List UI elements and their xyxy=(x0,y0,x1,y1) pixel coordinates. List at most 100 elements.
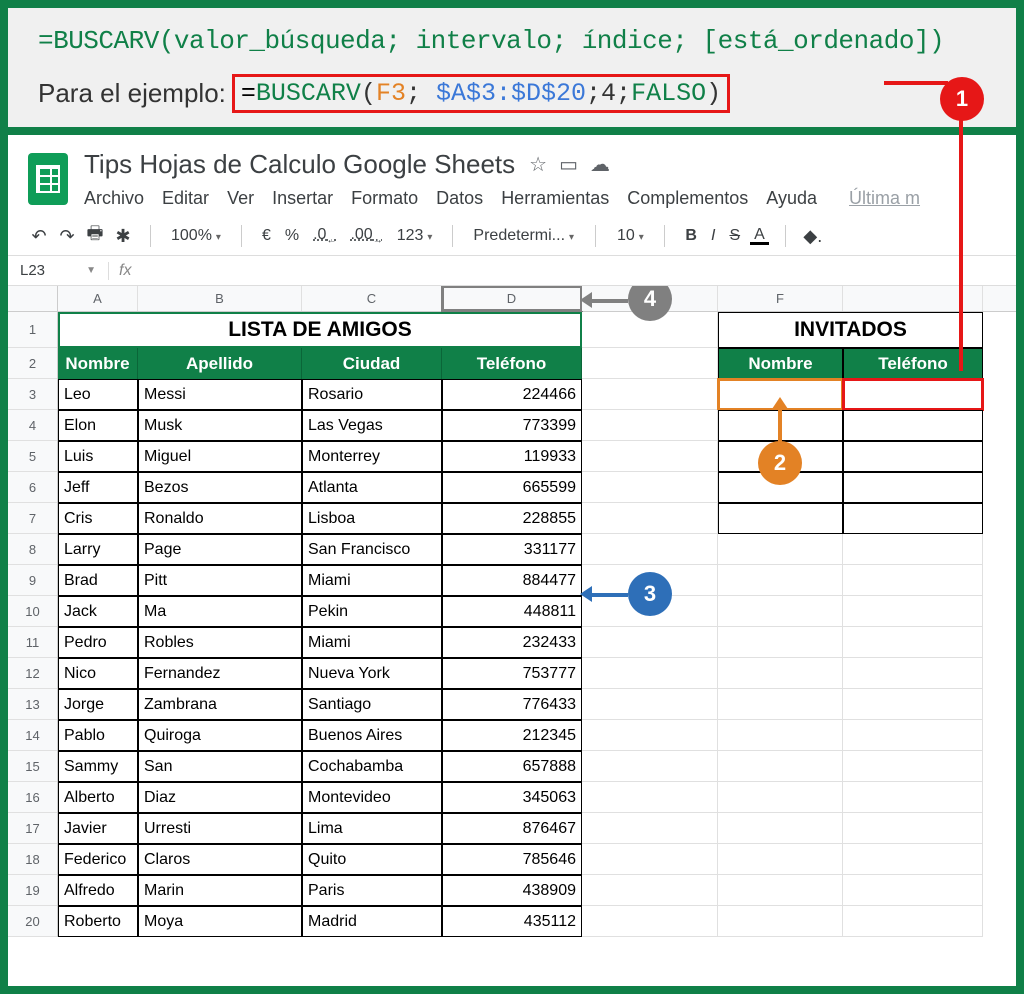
cell[interactable] xyxy=(718,720,843,751)
cell[interactable]: 212345 xyxy=(442,720,582,751)
menu-datos[interactable]: Datos xyxy=(436,188,483,209)
row-header-14[interactable]: 14 xyxy=(8,720,57,751)
cell[interactable] xyxy=(843,875,983,906)
cell[interactable] xyxy=(843,782,983,813)
cell[interactable]: Javier xyxy=(58,813,138,844)
cell[interactable] xyxy=(843,627,983,658)
cell[interactable] xyxy=(582,503,718,534)
cell[interactable]: Page xyxy=(138,534,302,565)
cell[interactable]: Ronaldo xyxy=(138,503,302,534)
row-header-8[interactable]: 8 xyxy=(8,534,57,565)
cell[interactable]: 448811 xyxy=(442,596,582,627)
cell[interactable] xyxy=(718,751,843,782)
cell[interactable]: Pekin xyxy=(302,596,442,627)
cell[interactable] xyxy=(718,658,843,689)
cell[interactable] xyxy=(582,751,718,782)
cell[interactable] xyxy=(843,658,983,689)
row-header-6[interactable]: 6 xyxy=(8,472,57,503)
cell[interactable] xyxy=(718,627,843,658)
cell[interactable] xyxy=(582,441,718,472)
italic-button[interactable]: I xyxy=(707,227,719,245)
cell[interactable] xyxy=(843,379,983,410)
cell[interactable]: 228855 xyxy=(442,503,582,534)
cell[interactable]: Las Vegas xyxy=(302,410,442,441)
cell[interactable]: 876467 xyxy=(442,813,582,844)
cell[interactable]: Nombre xyxy=(718,348,843,379)
cell[interactable] xyxy=(843,906,983,937)
col-header-c[interactable]: C xyxy=(302,286,442,311)
menu-ayuda[interactable]: Ayuda xyxy=(766,188,817,209)
row-header-20[interactable]: 20 xyxy=(8,906,57,937)
cell[interactable]: Luis xyxy=(58,441,138,472)
name-box[interactable]: L23▼ xyxy=(8,262,108,279)
cell[interactable] xyxy=(843,596,983,627)
print-icon[interactable]: 🖶 xyxy=(84,225,106,247)
percent-button[interactable]: % xyxy=(281,227,303,245)
cell[interactable] xyxy=(582,534,718,565)
cell[interactable]: Moya xyxy=(138,906,302,937)
cell[interactable]: Jack xyxy=(58,596,138,627)
row-header-11[interactable]: 11 xyxy=(8,627,57,658)
menu-ver[interactable]: Ver xyxy=(227,188,254,209)
cell[interactable]: Buenos Aires xyxy=(302,720,442,751)
cell[interactable]: Claros xyxy=(138,844,302,875)
cell[interactable] xyxy=(582,410,718,441)
currency-button[interactable]: € xyxy=(258,227,275,245)
cell[interactable]: Apellido xyxy=(138,348,302,379)
cell[interactable]: Federico xyxy=(58,844,138,875)
cell[interactable]: Miami xyxy=(302,627,442,658)
zoom-level[interactable]: 100% xyxy=(167,227,225,245)
cell[interactable]: Urresti xyxy=(138,813,302,844)
cell[interactable]: 785646 xyxy=(442,844,582,875)
cell[interactable]: San xyxy=(138,751,302,782)
cell[interactable] xyxy=(582,627,718,658)
cell[interactable] xyxy=(843,503,983,534)
cell[interactable] xyxy=(582,379,718,410)
cell[interactable]: Teléfono xyxy=(442,348,582,379)
text-color-button[interactable]: A xyxy=(750,228,769,245)
doc-title[interactable]: Tips Hojas de Calculo Google Sheets xyxy=(84,149,515,180)
cell[interactable]: Santiago xyxy=(302,689,442,720)
cell[interactable]: Atlanta xyxy=(302,472,442,503)
row-header-9[interactable]: 9 xyxy=(8,565,57,596)
cell[interactable]: Larry xyxy=(58,534,138,565)
cell[interactable] xyxy=(843,565,983,596)
cell[interactable]: Monterrey xyxy=(302,441,442,472)
row-header-16[interactable]: 16 xyxy=(8,782,57,813)
cell[interactable]: 232433 xyxy=(442,627,582,658)
col-header-d[interactable]: D xyxy=(442,286,582,311)
cell[interactable]: Fernandez xyxy=(138,658,302,689)
redo-icon[interactable]: ↷ xyxy=(56,225,78,247)
row-header-2[interactable]: 2 xyxy=(8,348,57,379)
cell[interactable] xyxy=(843,534,983,565)
cell[interactable]: Alfredo xyxy=(58,875,138,906)
cell[interactable] xyxy=(843,689,983,720)
cell[interactable]: 773399 xyxy=(442,410,582,441)
cell[interactable]: Nombre xyxy=(58,348,138,379)
cell[interactable] xyxy=(843,813,983,844)
decrease-decimal-button[interactable]: .0← xyxy=(309,226,340,246)
cell[interactable]: Brad xyxy=(58,565,138,596)
cell[interactable]: 435112 xyxy=(442,906,582,937)
cell[interactable]: Pedro xyxy=(58,627,138,658)
cell[interactable] xyxy=(582,689,718,720)
cell[interactable]: Madrid xyxy=(302,906,442,937)
cell[interactable]: Jeff xyxy=(58,472,138,503)
cell[interactable]: Cochabamba xyxy=(302,751,442,782)
row-header-15[interactable]: 15 xyxy=(8,751,57,782)
cell[interactable] xyxy=(718,813,843,844)
cell[interactable] xyxy=(718,503,843,534)
cell[interactable] xyxy=(843,441,983,472)
cell[interactable] xyxy=(843,410,983,441)
cell[interactable] xyxy=(582,658,718,689)
row-header-10[interactable]: 10 xyxy=(8,596,57,627)
paint-format-icon[interactable]: ✱ xyxy=(112,225,134,247)
cell[interactable]: Robles xyxy=(138,627,302,658)
cell[interactable] xyxy=(718,596,843,627)
cell[interactable] xyxy=(582,348,718,379)
cell[interactable]: Cris xyxy=(58,503,138,534)
font-size-select[interactable]: 10 xyxy=(612,227,648,245)
row-header-19[interactable]: 19 xyxy=(8,875,57,906)
cell[interactable] xyxy=(843,844,983,875)
cell[interactable]: 438909 xyxy=(442,875,582,906)
